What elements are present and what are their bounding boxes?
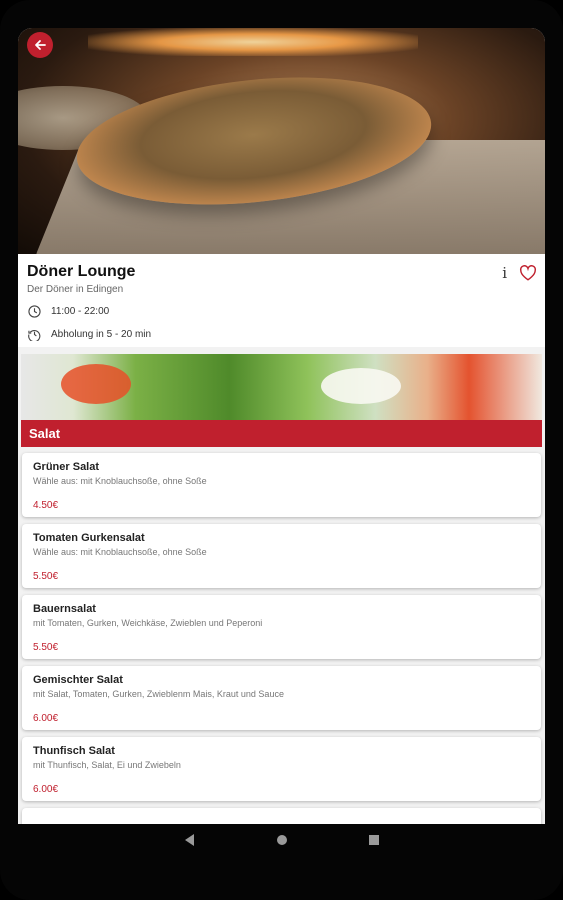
menu-item-description: mit Thunfisch, Salat, Ei und Zwiebeln	[33, 760, 181, 770]
triangle-back-icon[interactable]	[180, 834, 200, 846]
menu-item-price: 5.50€	[33, 642, 59, 653]
menu-item-price: 5.50€	[33, 571, 59, 582]
app-screen: Döner Lounge Der Döner in Edingen 11:00 …	[18, 28, 545, 824]
menu-item-description: Wähle aus: mit Knoblauchsoße, ohne Soße	[33, 476, 207, 486]
pickup-time: Abholung in 5 - 20 min	[51, 328, 152, 340]
menu-item-name: Bauernsalat	[33, 603, 96, 615]
menu-item[interactable]: Bauernsalat mit Tomaten, Gurken, Weichkä…	[22, 595, 541, 659]
menu-item-name: Thunfisch Salat	[33, 745, 115, 757]
category-header: Salat	[21, 420, 542, 447]
menu-item-description: mit Salat, Tomaten, Gurken, Zwieblenm Ma…	[33, 689, 284, 699]
back-button[interactable]	[27, 32, 53, 58]
menu-item[interactable]: Grüner Salat Wähle aus: mit Knoblauchsoß…	[22, 453, 541, 517]
restaurant-subtitle: Der Döner in Edingen	[27, 284, 124, 295]
salad-image	[21, 354, 542, 420]
menu-item-list: Grüner Salat Wähle aus: mit Knoblauchsoß…	[18, 447, 545, 824]
circle-home-icon[interactable]	[272, 835, 292, 845]
info-actions: i	[502, 264, 537, 282]
menu-item-price: 4.50€	[33, 500, 59, 511]
oven-fire	[88, 28, 418, 56]
timer-icon	[27, 327, 41, 341]
menu-item[interactable]: Thunfisch Salat mit Thunfisch, Salat, Ei…	[22, 737, 541, 801]
clock-icon	[27, 304, 41, 318]
square-recents-icon[interactable]	[364, 835, 384, 845]
category-section: Salat Grüner Salat Wähle aus: mit Knobla…	[18, 354, 545, 824]
menu-item[interactable]: Tomaten Gurkensalat Wähle aus: mit Knobl…	[22, 524, 541, 588]
menu-item[interactable]: Gemischter Salat mit Salat, Tomaten, Gur…	[22, 666, 541, 730]
info-icon[interactable]: i	[502, 264, 507, 282]
restaurant-name: Döner Lounge	[27, 263, 136, 280]
menu-item-name: Gemischter Salat	[33, 674, 123, 686]
menu-item-price: 6.00€	[33, 713, 59, 724]
opening-hours: 11:00 - 22:00	[51, 305, 110, 317]
opening-hours-row: 11:00 - 22:00	[27, 304, 536, 318]
restaurant-info: Döner Lounge Der Döner in Edingen 11:00 …	[18, 254, 545, 347]
heart-icon[interactable]	[519, 264, 537, 282]
tablet-frame: Döner Lounge Der Döner in Edingen 11:00 …	[0, 0, 563, 900]
menu-item-description: mit Tomaten, Gurken, Weichkäse, Zwieblen…	[33, 618, 263, 628]
arrow-left-icon	[35, 40, 46, 50]
pickup-row: Abholung in 5 - 20 min	[27, 327, 536, 341]
system-navigation-bar	[0, 824, 563, 856]
hero-image	[18, 28, 545, 254]
menu-item-name: Tomaten Gurkensalat	[33, 532, 145, 544]
menu-item-description: Wähle aus: mit Knoblauchsoße, ohne Soße	[33, 547, 207, 557]
menu-item-partial[interactable]	[22, 808, 541, 824]
menu-item-price: 6.00€	[33, 784, 59, 795]
menu-item-name: Grüner Salat	[33, 461, 100, 473]
